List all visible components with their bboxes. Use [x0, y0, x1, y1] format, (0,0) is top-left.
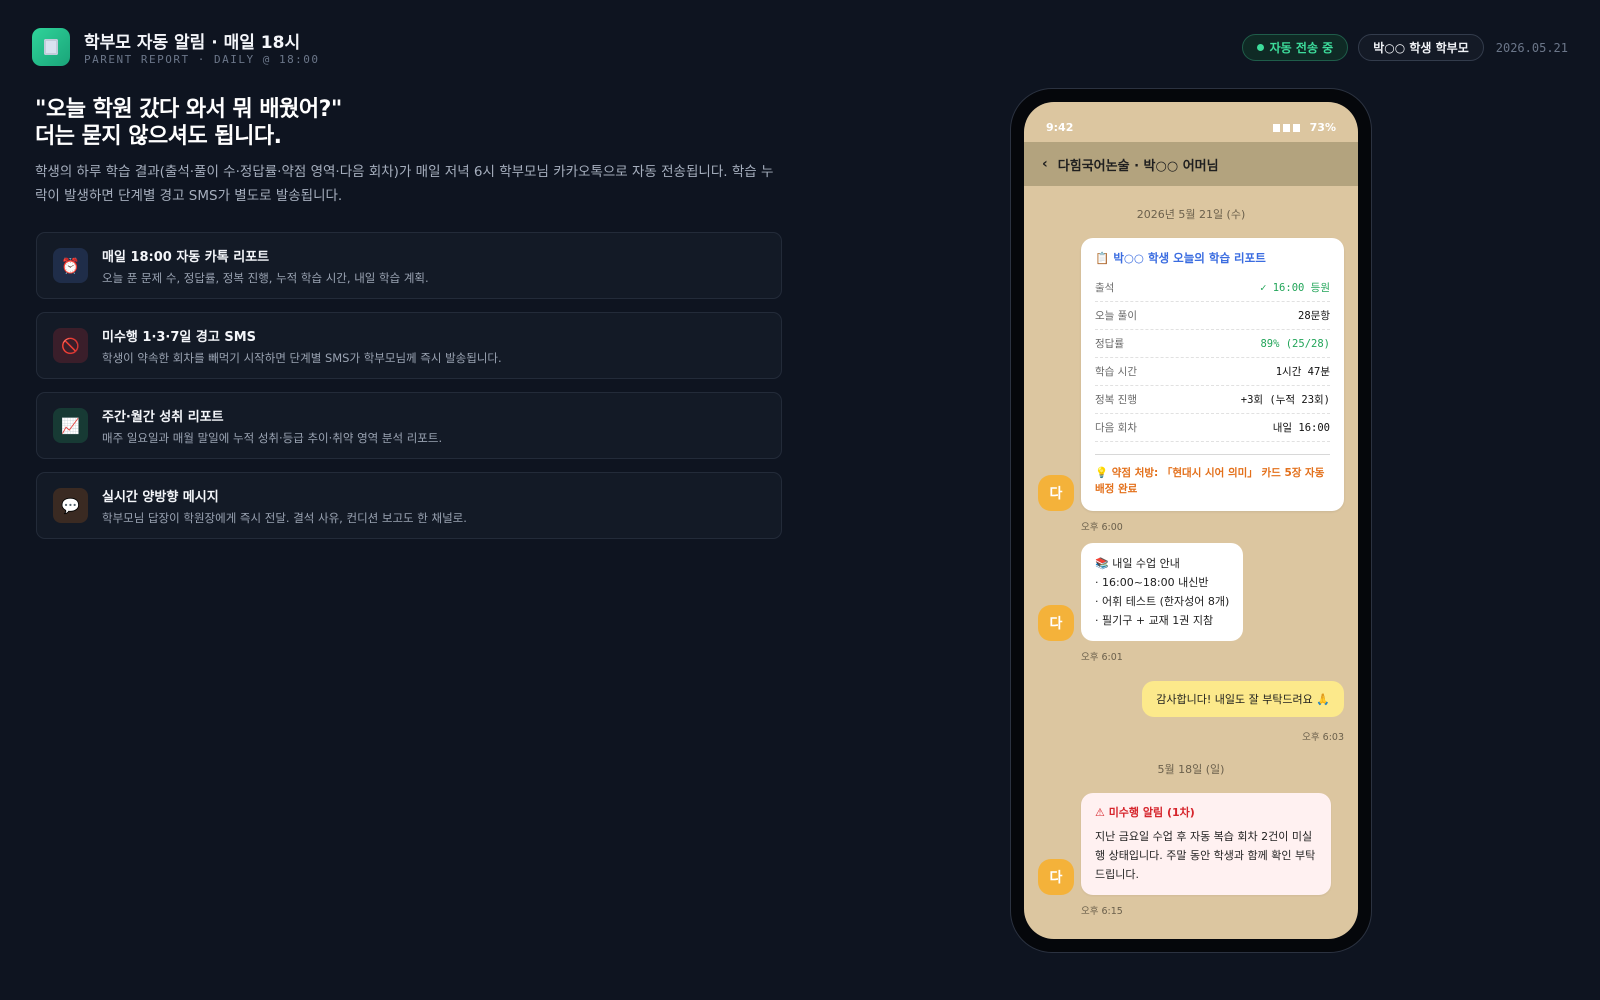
report-key: 정복 진행 — [1095, 394, 1137, 406]
weakness-prescription: 💡 약점 처방: 「현대시 시어 의미」 카드 5장 자동 배정 완료 — [1095, 467, 1325, 495]
feature-description: 매주 일요일과 매월 말일에 누적 성취·등급 추이·취약 영역 분석 리포트. — [102, 430, 443, 445]
report-key: 오늘 풀이 — [1095, 310, 1137, 322]
notice-line: · 필기구 + 교재 1권 지참 — [1095, 614, 1214, 627]
feature-card: 💬 실시간 양방향 메시지 학부모님 답장이 학원장에게 즉시 전달. 결석 사… — [36, 472, 782, 539]
hero-headline: "오늘 학원 갔다 와서 뭐 배웠어?" 더는 묻지 않으셔도 됩니다. — [35, 96, 342, 150]
feature-description: 오늘 푼 문제 수, 정답률, 정복 진행, 누적 학습 시간, 내일 학습 계… — [102, 270, 429, 285]
feature-title: 주간·월간 성취 리포트 — [102, 409, 224, 425]
report-card: 📋 박○○ 학생 오늘의 학습 리포트 출석 ✓ 16:00 등원 오늘 풀이 28… — [1081, 238, 1344, 511]
sending-status-badge[interactable]: 자동 전송 중 — [1241, 34, 1349, 61]
report-title: 📋 박○○ 학생 오늘의 학습 리포트 — [1095, 251, 1266, 265]
header-actions: 자동 전송 중 박○○ 학생 학부모 2026.05.21 — [1241, 34, 1568, 61]
status-dot-icon — [1256, 44, 1264, 51]
report-value: 1시간 47분 — [1275, 366, 1330, 378]
phone-mockup: 9:42 73% ‹ 다힘국어논술 · 박○○ 어머님 2026년 5월 21일… — [1010, 88, 1372, 953]
message-timestamp: 오후 6:00 — [1081, 522, 1123, 533]
report-row: 정복 진행 +3회 (누적 23회) — [1095, 386, 1330, 414]
feature-card: ⏰ 매일 18:00 자동 카톡 리포트 오늘 푼 문제 수, 정답률, 정복 … — [36, 232, 782, 299]
chart-up-icon: 📈 — [53, 408, 88, 443]
class-notice-bubble: 📚 내일 수업 안내 · 16:00~18:00 내신반 · 어휘 테스트 (한… — [1081, 543, 1244, 641]
feature-card: 📈 주간·월간 성취 리포트 매주 일요일과 매월 말일에 누적 성취·등급 추… — [36, 392, 782, 459]
report-value: 28문항 — [1298, 310, 1330, 322]
report-value: 내일 16:00 — [1272, 422, 1330, 434]
user-badge[interactable]: 박○○ 학생 학부모 — [1358, 34, 1484, 61]
report-row: 다음 회차 내일 16:00 — [1095, 414, 1330, 442]
no-entry-icon: 🚫 — [53, 328, 88, 363]
feature-title: 실시간 양방향 메시지 — [102, 489, 219, 505]
feature-card: 🚫 미수행 1·3·7일 경고 SMS 학생이 약속한 회차를 빼먹기 시작하면… — [36, 312, 782, 379]
report-value: ✓ 16:00 등원 — [1260, 282, 1330, 294]
signal-icon — [1272, 123, 1300, 132]
chat-messages[interactable]: 2026년 5월 21일 (수) 다 📋 박○○ 학생 오늘의 학습 리포트 출… — [1024, 186, 1358, 939]
avatar[interactable]: 다 — [1038, 859, 1074, 895]
report-value: +3회 (누적 23회) — [1240, 394, 1330, 406]
status-label: 자동 전송 중 — [1269, 41, 1334, 55]
page-title: 학부모 자동 알림 · 매일 18시 — [84, 33, 301, 53]
notice-line: · 16:00~18:00 내신반 — [1095, 576, 1209, 589]
report-row: 오늘 풀이 28문항 — [1095, 302, 1330, 330]
missed-alert-bubble: ⚠ 미수행 알림 (1차) 지난 금요일 수업 후 자동 복습 회차 2건이 미… — [1081, 793, 1331, 895]
avatar[interactable]: 다 — [1038, 475, 1074, 511]
message-row: 다 ⚠ 미수행 알림 (1차) 지난 금요일 수업 후 자동 복습 회차 2건이… — [1038, 793, 1344, 895]
hero-description: 학생의 하루 학습 결과(출석·풀이 수·정답률·약점 영역·다음 회차)가 매… — [35, 164, 774, 204]
alarm-clock-icon: ⏰ — [53, 248, 88, 283]
hero-headline-line-2: 더는 묻지 않으셔도 됩니다. — [35, 124, 282, 149]
status-icons: 73% — [1272, 120, 1336, 134]
chat-header: ‹ 다힘국어논술 · 박○○ 어머님 — [1024, 142, 1358, 186]
chat-title: 다힘국어논술 · 박○○ 어머님 — [1057, 158, 1219, 174]
header-date: 2026.05.21 — [1495, 40, 1568, 55]
feature-description: 학부모님 답장이 학원장에게 즉시 전달. 결석 사유, 컨디션 보고도 한 채… — [102, 510, 467, 525]
back-arrow-icon[interactable]: ‹ — [1042, 156, 1048, 172]
feature-description: 학생이 약속한 회차를 빼먹기 시작하면 단계별 SMS가 학부모님께 즉시 발… — [102, 350, 502, 365]
report-key: 정답률 — [1095, 338, 1124, 350]
report-row: 학습 시간 1시간 47분 — [1095, 358, 1330, 386]
avatar[interactable]: 다 — [1038, 605, 1074, 641]
alert-body: 지난 금요일 수업 후 자동 복습 회차 2건이 미실행 상태입니다. 주말 동… — [1095, 830, 1316, 881]
report-value: 89% (25/28) — [1260, 337, 1330, 350]
feature-title: 매일 18:00 자동 카톡 리포트 — [102, 249, 270, 265]
message-row-outgoing: 감사합니다! 내일도 잘 부탁드려요 🙏 — [1038, 681, 1344, 717]
message-timestamp: 오후 6:03 — [1302, 732, 1344, 743]
speech-bubble-icon: 💬 — [53, 488, 88, 523]
message-timestamp: 오후 6:15 — [1081, 906, 1123, 917]
report-key: 출석 — [1095, 282, 1115, 294]
app-logo-icon — [32, 28, 70, 66]
divider — [1095, 454, 1330, 455]
notice-line: 📚 내일 수업 안내 — [1095, 557, 1180, 570]
battery-level: 73% — [1309, 120, 1336, 134]
feature-title: 미수행 1·3·7일 경고 SMS — [102, 329, 257, 345]
report-key: 학습 시간 — [1095, 366, 1137, 378]
report-row: 출석 ✓ 16:00 등원 — [1095, 274, 1330, 302]
feature-list: ⏰ 매일 18:00 자동 카톡 리포트 오늘 푼 문제 수, 정답률, 정복 … — [36, 232, 782, 539]
date-divider: 5월 18일 (일) — [1157, 763, 1225, 776]
date-divider: 2026년 5월 21일 (수) — [1136, 208, 1246, 221]
page-subtitle: PARENT REPORT · DAILY @ 18:00 — [84, 53, 320, 66]
hero-headline-line-1: "오늘 학원 갔다 와서 뭐 배웠어?" — [35, 97, 342, 122]
alert-title: ⚠ 미수행 알림 (1차) — [1095, 806, 1195, 819]
report-row: 정답률 89% (25/28) — [1095, 330, 1330, 358]
clock: 9:42 — [1046, 120, 1074, 134]
message-row: 다 📋 박○○ 학생 오늘의 학습 리포트 출석 ✓ 16:00 등원 오늘 풀이… — [1038, 238, 1344, 511]
message-row: 다 📚 내일 수업 안내 · 16:00~18:00 내신반 · 어휘 테스트 … — [1038, 543, 1344, 641]
report-key: 다음 회차 — [1095, 422, 1137, 434]
reply-bubble: 감사합니다! 내일도 잘 부탁드려요 🙏 — [1142, 681, 1344, 717]
message-timestamp: 오후 6:01 — [1081, 652, 1123, 663]
phone-screen: 9:42 73% ‹ 다힘국어논술 · 박○○ 어머님 2026년 5월 21일… — [1024, 102, 1358, 939]
notice-line: · 어휘 테스트 (한자성어 8개) — [1095, 595, 1230, 608]
